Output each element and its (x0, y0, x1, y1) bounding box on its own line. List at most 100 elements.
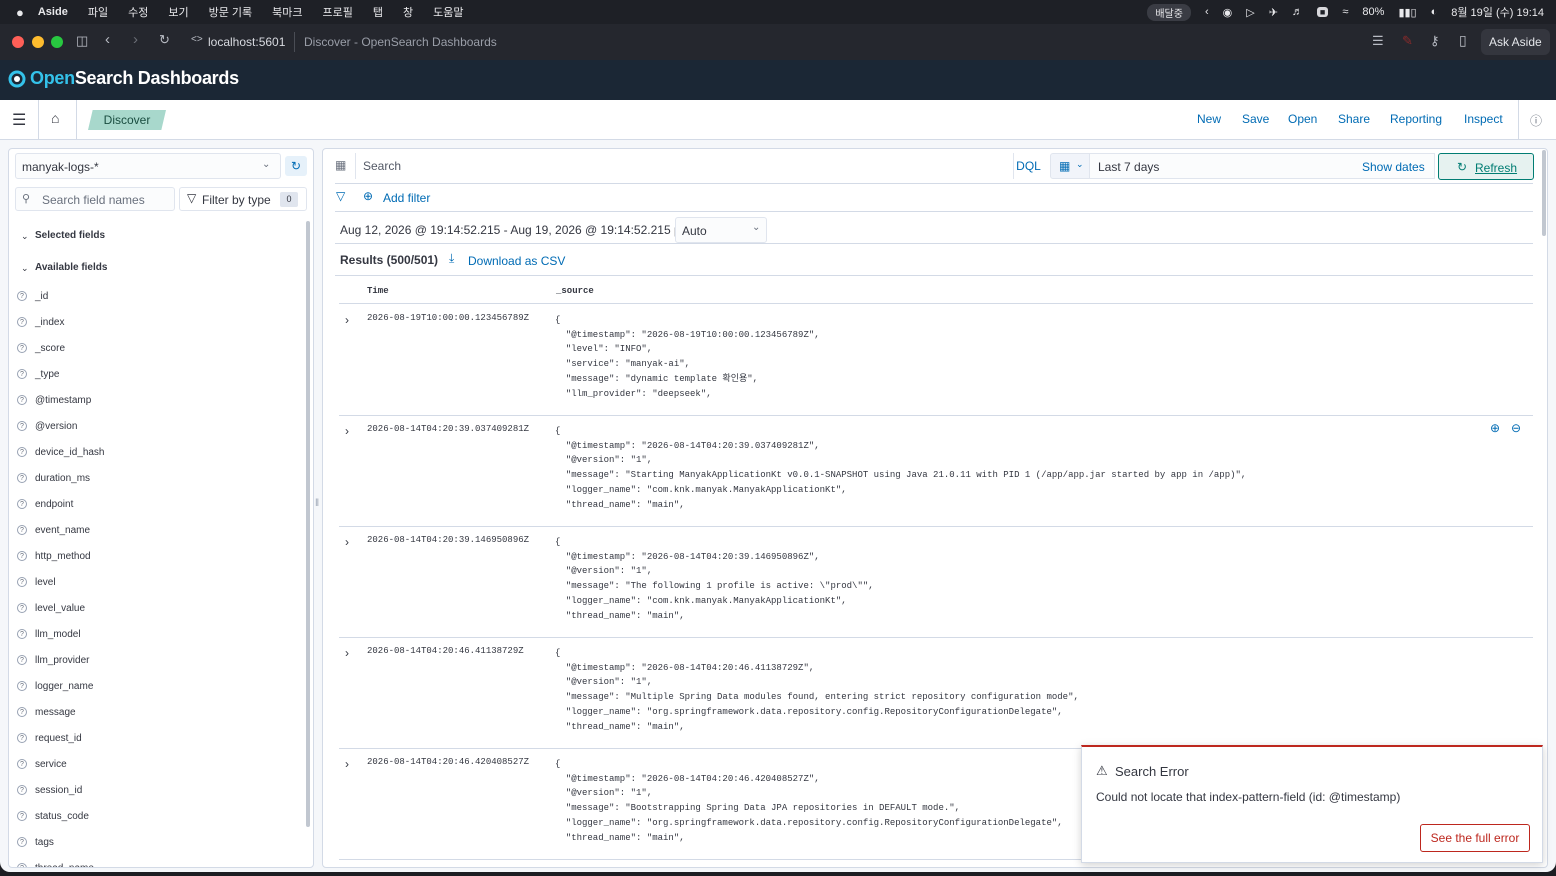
add-filter-button[interactable]: Add filter (383, 191, 430, 205)
zoom-in-icon[interactable]: ⊕ (1490, 421, 1500, 435)
add-filter-icon[interactable]: ⊕ (363, 189, 373, 203)
status-pill[interactable]: 배달중 (1147, 3, 1191, 21)
menu-view[interactable]: 보기 (168, 4, 188, 20)
input-method-icon[interactable]: ■ (1316, 7, 1329, 17)
see-full-error-button[interactable]: See the full error (1420, 824, 1530, 852)
play-icon[interactable]: ▷ (1246, 6, 1254, 19)
share-link[interactable]: Share (1338, 112, 1370, 126)
menu-window[interactable]: 창 (403, 4, 413, 20)
field-item[interactable]: ? message (17, 703, 76, 721)
sidebar-scrollbar[interactable] (306, 221, 310, 827)
date-quick-select[interactable]: ▦ ⌄ (1050, 153, 1090, 179)
extensions-puzzle-icon[interactable]: ▯ (1459, 32, 1467, 49)
opensearch-logo[interactable]: OpenSearch Dashboards (8, 68, 239, 89)
dql-language-toggle[interactable]: DQL (1013, 153, 1043, 179)
refresh-index-icon[interactable]: ↻ (285, 156, 307, 176)
column-header-source[interactable]: _source (556, 286, 594, 296)
refresh-button[interactable]: ↻ Refresh (1438, 153, 1534, 180)
field-item[interactable]: ? level (17, 573, 56, 591)
field-item[interactable]: ? @version (17, 417, 77, 435)
field-item[interactable]: ? thread_name (17, 859, 94, 867)
ask-aside-button[interactable]: Ask Aside (1481, 29, 1550, 55)
chat-icon[interactable]: ◉ (1223, 6, 1233, 19)
save-link[interactable]: Save (1242, 112, 1269, 126)
open-link[interactable]: Open (1288, 112, 1317, 126)
main-scrollbar[interactable] (1542, 150, 1546, 236)
time-range-box[interactable]: Last 7 days Show dates (1090, 153, 1435, 179)
field-item[interactable]: ? event_name (17, 521, 90, 539)
download-icon[interactable]: ⤓ (449, 251, 454, 266)
field-item[interactable]: ? _index (17, 313, 64, 331)
expand-row-icon[interactable]: › (345, 313, 349, 327)
field-item[interactable]: ? tags (17, 833, 54, 851)
menu-profile[interactable]: 프로필 (323, 4, 353, 20)
column-header-time[interactable]: Time (367, 286, 389, 296)
available-fields-header[interactable]: Available fields (35, 262, 107, 273)
expand-row-icon[interactable]: › (345, 424, 349, 438)
reporting-link[interactable]: Reporting (1390, 112, 1442, 126)
minimize-window-button[interactable] (32, 36, 44, 48)
breadcrumb-discover[interactable]: Discover (88, 110, 166, 130)
chevron-left-icon[interactable]: ‹ (1205, 6, 1209, 18)
home-icon[interactable]: ⌂ (51, 110, 59, 126)
back-icon[interactable]: ‹ (105, 31, 110, 48)
field-item[interactable]: ? session_id (17, 781, 82, 799)
expand-row-icon[interactable]: › (345, 757, 349, 771)
field-item[interactable]: ? _id (17, 287, 48, 305)
field-item[interactable]: ? http_method (17, 547, 91, 565)
field-search[interactable]: ⚲ Search field names (15, 187, 175, 211)
field-item[interactable]: ? level_value (17, 599, 85, 617)
download-csv-link[interactable]: Download as CSV (468, 254, 565, 268)
field-item[interactable]: ? endpoint (17, 495, 73, 513)
menu-bookmarks[interactable]: 북마크 (272, 4, 302, 20)
selected-fields-header[interactable]: Selected fields (35, 230, 105, 241)
field-item[interactable]: ? llm_model (17, 625, 81, 643)
expand-row-icon[interactable]: › (345, 535, 349, 549)
field-item[interactable]: ? llm_provider (17, 651, 89, 669)
zoom-out-icon[interactable]: ⊖ (1511, 421, 1521, 435)
wifi-icon[interactable]: ≈ (1342, 6, 1348, 18)
extension-icon[interactable]: ✎ (1402, 33, 1413, 49)
field-item[interactable]: ? duration_ms (17, 469, 90, 487)
field-item[interactable]: ? status_code (17, 807, 89, 825)
expand-row-icon[interactable]: › (345, 646, 349, 660)
table-row[interactable]: › 2026-08-14T04:20:39.037409281Z { "@times… (339, 416, 1533, 527)
field-item[interactable]: ? service (17, 755, 67, 773)
menu-icon[interactable]: ☰ (12, 110, 26, 130)
zoom-window-button[interactable] (51, 36, 63, 48)
field-search-input[interactable]: Search field names (42, 193, 145, 207)
chevron-down-icon[interactable]: ⌄ (21, 263, 29, 274)
reload-icon[interactable]: ↻ (159, 32, 170, 48)
address-bar[interactable]: localhost:5601 (208, 35, 285, 49)
field-item[interactable]: ? request_id (17, 729, 82, 747)
filter-by-type-button[interactable]: ▽ Filter by type 0 (179, 187, 307, 211)
control-center-icon[interactable]: ◐ (1431, 6, 1438, 18)
chevron-down-icon[interactable]: ⌄ (21, 231, 29, 242)
table-row[interactable]: › 2026-08-19T10:00:00.123456789Z { "@times… (339, 305, 1533, 416)
sidebar-resize-handle[interactable]: ‖ (315, 498, 319, 509)
show-dates-link[interactable]: Show dates (1362, 160, 1425, 174)
query-input[interactable]: Search (363, 159, 401, 173)
menu-help[interactable]: 도움말 (433, 4, 463, 20)
menu-edit[interactable]: 수정 (128, 4, 148, 20)
close-window-button[interactable] (12, 36, 24, 48)
help-icon[interactable]: ⓘ (1530, 112, 1542, 129)
new-link[interactable]: New (1197, 112, 1221, 126)
apple-icon[interactable]: ● (16, 5, 24, 20)
forward-icon[interactable]: › (133, 31, 138, 48)
battery-icon[interactable]: ▮▮▯ (1398, 6, 1416, 19)
menu-history[interactable]: 방문 기록 (209, 4, 253, 20)
field-item[interactable]: ? _type (17, 365, 59, 383)
interval-select[interactable]: Auto ⌄ (675, 217, 767, 243)
sidebar-toggle-icon[interactable]: ◫ (76, 33, 88, 49)
field-item[interactable]: ? @timestamp (17, 391, 91, 409)
plane-icon[interactable]: ✈ (1269, 6, 1278, 19)
app-menu-name[interactable]: Aside (38, 6, 68, 18)
key-icon[interactable]: ⚷ (1430, 33, 1440, 49)
table-row[interactable]: › 2026-08-14T04:20:46.41138729Z { "@timest… (339, 638, 1533, 749)
filter-funnel-icon[interactable]: ▽ (336, 189, 345, 203)
reader-icon[interactable]: ☰ (1372, 33, 1384, 49)
inspect-link[interactable]: Inspect (1464, 112, 1503, 126)
field-item[interactable]: ? device_id_hash (17, 443, 105, 461)
field-item[interactable]: ? _score (17, 339, 65, 357)
